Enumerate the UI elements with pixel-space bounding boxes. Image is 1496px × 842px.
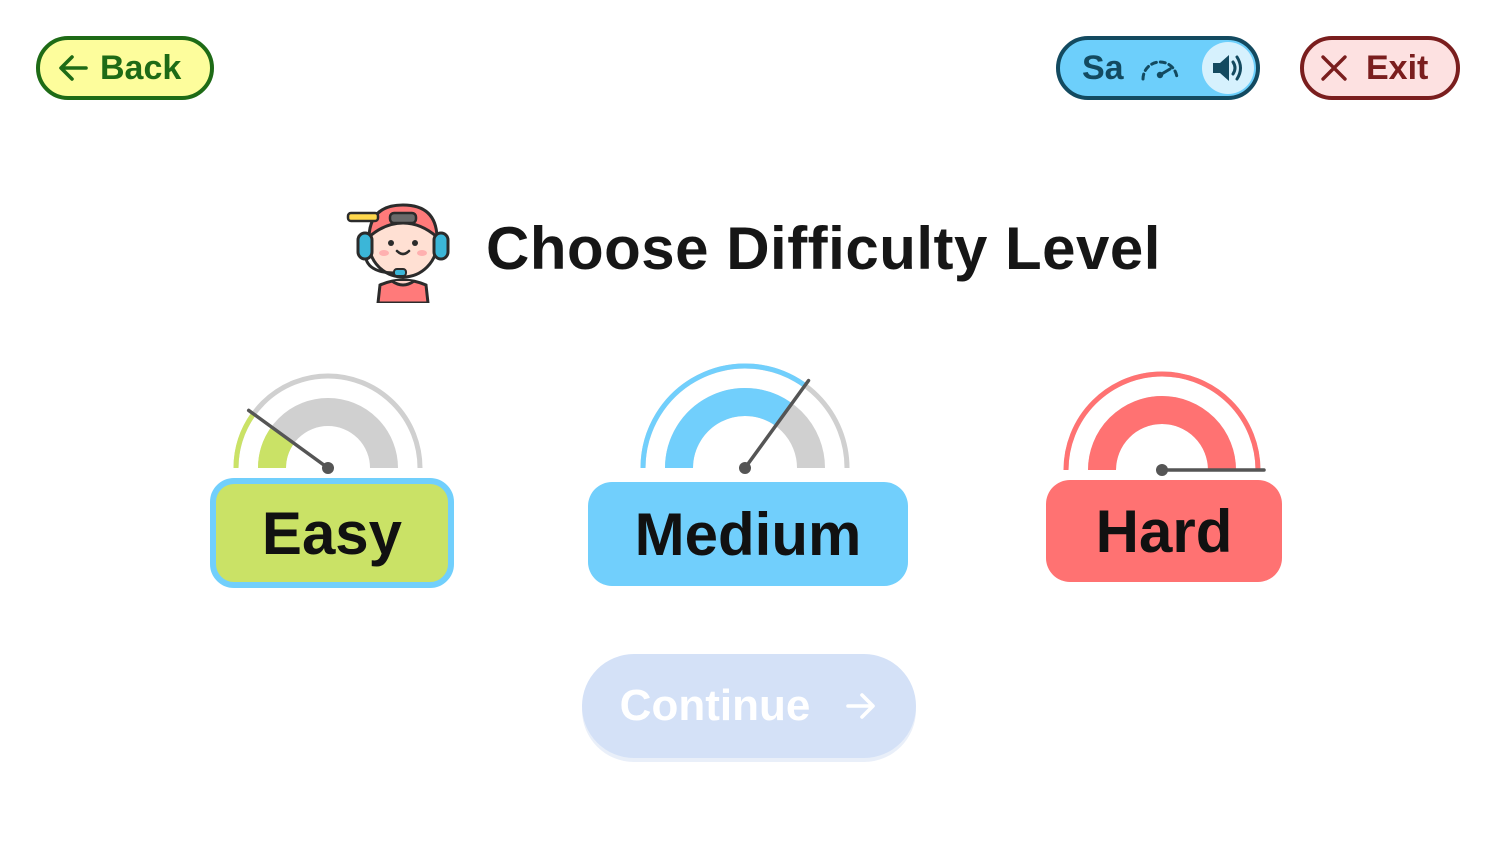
gamer-avatar-icon — [346, 193, 460, 303]
speed-gauge-icon[interactable] — [1138, 51, 1202, 85]
back-label: Back — [100, 48, 182, 87]
easy-label: Easy — [210, 478, 454, 588]
exit-label: Exit — [1366, 48, 1429, 87]
gauge-fill — [258, 426, 295, 469]
level-easy[interactable]: Easy — [210, 360, 454, 590]
speech-control[interactable]: Sa — [1056, 36, 1260, 100]
level-medium[interactable]: Medium — [588, 360, 908, 590]
close-icon — [1320, 54, 1348, 82]
easy-gauge — [233, 373, 423, 474]
gauge-fill — [1088, 396, 1236, 471]
exit-button[interactable]: Exit — [1300, 36, 1460, 100]
arrow-left-icon — [56, 51, 90, 85]
gauge-pivot — [739, 462, 751, 474]
continue-label: Continue — [619, 681, 811, 730]
page-title: Choose Difficulty Level — [486, 214, 1161, 282]
hard-label: Hard — [1046, 480, 1282, 582]
medium-gauge — [640, 363, 850, 474]
continue-button[interactable]: Continue — [582, 654, 916, 758]
speech-sample-label: Sa — [1082, 48, 1124, 87]
back-button[interactable]: Back — [36, 36, 214, 100]
gauge-pivot — [1156, 464, 1168, 476]
hard-gauge — [1063, 371, 1266, 476]
gauge-pivot — [322, 462, 334, 474]
title-row: Choose Difficulty Level — [346, 192, 1161, 304]
medium-label: Medium — [588, 482, 908, 586]
speaker-icon[interactable] — [1202, 42, 1254, 94]
gauge-outer-fill — [233, 412, 256, 469]
level-hard[interactable]: Hard — [1046, 360, 1282, 590]
arrow-right-icon — [844, 689, 878, 723]
